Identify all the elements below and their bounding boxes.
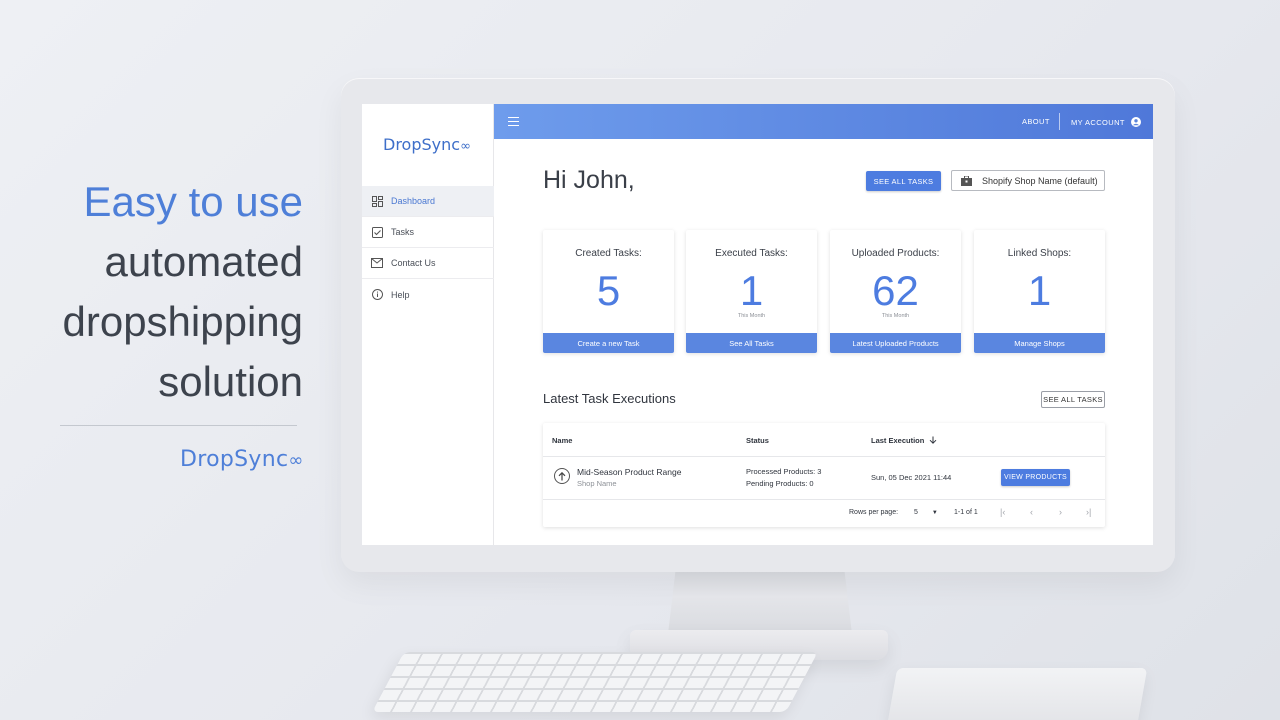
section-title: Latest Task Executions bbox=[543, 391, 676, 406]
stat-card-created-tasks: Created Tasks: 5 Create a new Task bbox=[543, 230, 674, 353]
page-greeting: Hi John, bbox=[543, 166, 635, 194]
stat-card-title: Executed Tasks: bbox=[715, 248, 788, 259]
column-header-name[interactable]: Name bbox=[552, 436, 572, 445]
rows-per-page-label: Rows per page: bbox=[849, 509, 899, 516]
manage-shops-button[interactable]: Manage Shops bbox=[974, 333, 1105, 353]
info-icon bbox=[371, 289, 383, 301]
hero-line-3: dropshipping bbox=[62, 298, 303, 345]
hero-line-1: Easy to use bbox=[83, 178, 303, 225]
hero-logo: DropSync∞ bbox=[180, 447, 304, 472]
stat-card-value: 1 bbox=[739, 267, 764, 314]
top-app-bar: ABOUT MY ACCOUNT bbox=[494, 104, 1153, 139]
shop-selector-label: Shopify Shop Name (default) bbox=[982, 175, 1098, 186]
shop-selector[interactable]: Shopify Shop Name (default) bbox=[951, 170, 1105, 191]
sidebar-item-label: Tasks bbox=[391, 227, 415, 237]
sidebar-item-tasks[interactable]: Tasks bbox=[362, 217, 494, 248]
header-divider bbox=[543, 456, 1105, 457]
task-shop-name: Shop Name bbox=[577, 479, 617, 488]
create-task-button[interactable]: Create a new Task bbox=[543, 333, 674, 353]
trackpad bbox=[886, 668, 1148, 720]
arrow-down-icon bbox=[930, 436, 937, 444]
see-all-tasks-outline-button[interactable]: SEE ALL TASKS bbox=[1041, 391, 1105, 408]
hero-headline: Easy to use automated dropshipping solut… bbox=[3, 172, 303, 412]
stat-card-uploaded-products: Uploaded Products: 62 This Month Latest … bbox=[830, 230, 961, 353]
prev-page-icon[interactable]: ‹ bbox=[1030, 507, 1033, 517]
hero-divider bbox=[60, 425, 297, 426]
executions-table: Name Status Last Execution Mid-Season Pr… bbox=[543, 423, 1105, 527]
sidebar-menu: Dashboard Tasks Contact Us Help bbox=[362, 186, 494, 310]
sidebar-item-dashboard[interactable]: Dashboard bbox=[362, 186, 494, 217]
stat-card-value: 5 bbox=[596, 267, 621, 314]
mail-icon bbox=[371, 257, 383, 269]
view-products-button[interactable]: VIEW PRODUCTS bbox=[1001, 469, 1070, 486]
first-page-icon[interactable]: |‹ bbox=[1000, 507, 1005, 517]
sidebar-item-label: Contact Us bbox=[391, 258, 436, 268]
execution-date: Sun, 05 Dec 2021 11:44 bbox=[871, 473, 952, 482]
sidebar-item-label: Dashboard bbox=[391, 196, 436, 206]
stat-card-linked-shops: Linked Shops: 1 Manage Shops bbox=[974, 230, 1105, 353]
stat-card-sub: This Month bbox=[881, 313, 910, 319]
monitor-stand bbox=[668, 572, 852, 634]
checkbox-icon bbox=[371, 226, 383, 238]
upload-arrow-icon bbox=[554, 468, 570, 484]
stat-card-value: 1 bbox=[1027, 267, 1052, 314]
infinity-icon: ∞ bbox=[460, 139, 471, 154]
account-circle-icon bbox=[1131, 117, 1142, 127]
task-name[interactable]: Mid-Season Product Range bbox=[577, 467, 681, 477]
stat-card-title: Created Tasks: bbox=[575, 248, 642, 259]
app-logo[interactable]: DropSync∞ bbox=[383, 135, 471, 154]
processed-products: Processed Products: 3 bbox=[746, 467, 822, 476]
about-link[interactable]: ABOUT bbox=[1022, 117, 1050, 126]
stat-card-sub: This Month bbox=[737, 313, 766, 319]
sidebar-item-label: Help bbox=[391, 289, 410, 300]
shopping-bag-icon bbox=[961, 175, 972, 186]
pagination-range: 1-1 of 1 bbox=[954, 509, 978, 516]
sidebar: DropSync∞ Dashboard Tasks Contact Us Hel… bbox=[362, 104, 494, 545]
app-screen: DropSync∞ Dashboard Tasks Contact Us Hel… bbox=[362, 104, 1153, 545]
last-page-icon[interactable]: ›| bbox=[1086, 507, 1091, 517]
hero-line-2: automated bbox=[104, 238, 303, 285]
topbar-divider bbox=[1059, 113, 1060, 130]
row-divider bbox=[543, 499, 1105, 500]
menu-icon[interactable] bbox=[508, 117, 519, 126]
see-all-tasks-card-button[interactable]: See All Tasks bbox=[686, 333, 817, 353]
keyboard bbox=[372, 652, 818, 712]
see-all-tasks-button[interactable]: SEE ALL TASKS bbox=[866, 171, 941, 191]
stat-card-value: 62 bbox=[872, 267, 919, 314]
column-header-status[interactable]: Status bbox=[746, 436, 769, 445]
column-header-last-execution[interactable]: Last Execution bbox=[871, 436, 937, 445]
stat-card-title: Uploaded Products: bbox=[851, 248, 940, 259]
rows-per-page-select[interactable]: 5 ▼ bbox=[914, 509, 938, 516]
sidebar-item-help[interactable]: Help bbox=[362, 279, 494, 310]
pending-products: Pending Products: 0 bbox=[746, 479, 814, 488]
my-account-link[interactable]: MY ACCOUNT bbox=[1071, 117, 1142, 127]
latest-uploaded-products-button[interactable]: Latest Uploaded Products bbox=[830, 333, 961, 353]
hero-line-4: solution bbox=[158, 358, 303, 405]
sidebar-item-contact[interactable]: Contact Us bbox=[362, 248, 494, 279]
stat-card-executed-tasks: Executed Tasks: 1 This Month See All Tas… bbox=[686, 230, 817, 353]
dropdown-arrow-icon: ▼ bbox=[931, 510, 938, 516]
infinity-icon: ∞ bbox=[288, 450, 304, 471]
stat-card-title: Linked Shops: bbox=[1007, 248, 1072, 259]
dashboard-icon bbox=[371, 195, 383, 207]
next-page-icon[interactable]: › bbox=[1059, 507, 1062, 517]
